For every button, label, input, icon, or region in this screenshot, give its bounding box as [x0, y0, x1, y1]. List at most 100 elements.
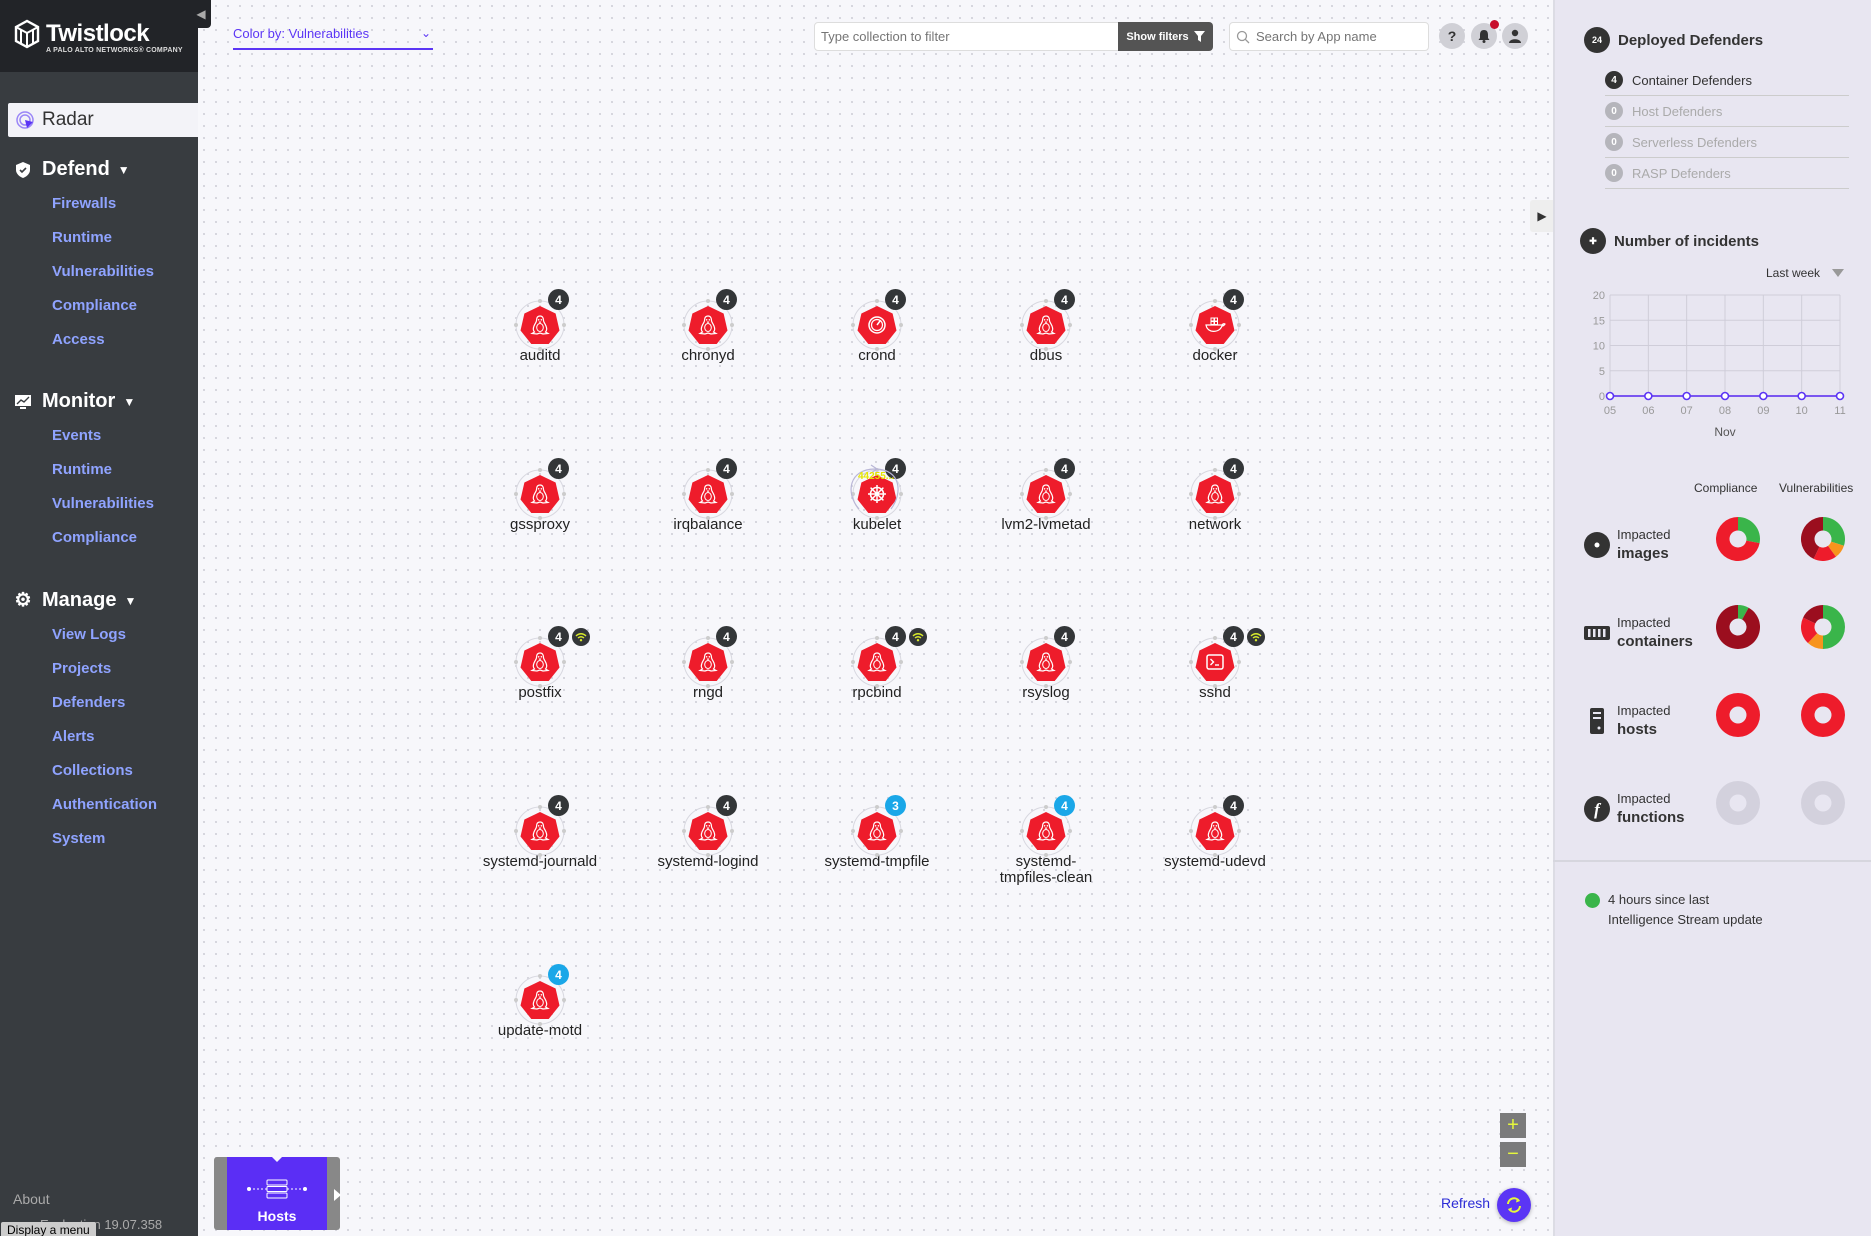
radar-node-systemd-tmpfiles-clean[interactable]: 4 systemd-tmpfiles-clean [976, 795, 1116, 886]
radar-node-rngd[interactable]: 4 rngd [638, 626, 778, 701]
sidebar-item-manage-system[interactable]: System [52, 830, 105, 847]
node-shape[interactable]: 4 [514, 289, 569, 351]
node-shape[interactable]: 4 [514, 458, 569, 520]
sidebar-section-monitor[interactable]: Monitor ▼ [14, 390, 135, 413]
user-menu-button[interactable] [1502, 23, 1528, 49]
node-shape[interactable]: 4 [682, 289, 737, 351]
app-search-input[interactable] [1256, 29, 1416, 44]
about-link[interactable]: About [13, 1191, 50, 1207]
radar-canvas[interactable] [198, 0, 1553, 1236]
donut-impacted-functions-vulnerabilities[interactable] [1801, 781, 1845, 825]
node-shape[interactable]: 4 [1020, 458, 1075, 520]
sidebar-item-manage-authentication[interactable]: Authentication [52, 796, 157, 813]
sidebar-item-manage-defenders[interactable]: Defenders [52, 694, 125, 711]
sidebar-item-manage-projects[interactable]: Projects [52, 660, 111, 677]
impacted-hosts-row[interactable]: Impacted hosts [1583, 703, 1670, 738]
collapse-sidebar-button[interactable]: ◀ [191, 0, 211, 28]
radar-node-systemd-logind[interactable]: 4 systemd-logind [638, 795, 778, 870]
sidebar-item-monitor-events[interactable]: Events [52, 427, 101, 444]
brand[interactable]: Twistlock A PALO ALTO NETWORKS® COMPANY [0, 0, 198, 72]
color-by-select[interactable]: Color by: Vulnerabilities ⌄ [233, 26, 433, 50]
sidebar-item-defend-vulnerabilities[interactable]: Vulnerabilities [52, 263, 154, 280]
collection-filter-input[interactable] [814, 22, 1120, 51]
node-shape[interactable]: 3 [851, 795, 906, 857]
sidebar-item-manage-view-logs[interactable]: View Logs [52, 626, 126, 643]
radar-node-rpcbind[interactable]: 4 rpcbind [807, 626, 947, 701]
node-shape[interactable]: 4 [1189, 289, 1244, 351]
defender-row[interactable]: 0 Host Defenders [1605, 96, 1849, 127]
defender-row[interactable]: 0 Serverless Defenders [1605, 127, 1849, 158]
node-shape[interactable]: 4 [851, 626, 927, 688]
radar-node-dbus[interactable]: 4 dbus [976, 289, 1116, 364]
sidebar-section-defend[interactable]: Defend ▼ [14, 158, 130, 181]
sidebar-item-monitor-runtime[interactable]: Runtime [52, 461, 112, 478]
radar-node-docker[interactable]: 4 docker [1145, 289, 1285, 364]
radar-node-gssproxy[interactable]: 4 gssproxy [470, 458, 610, 533]
radar-node-postfix[interactable]: 4 postfix [470, 626, 610, 701]
sidebar-item-defend-access[interactable]: Access [52, 331, 105, 348]
sidebar-item-radar[interactable]: Radar [8, 103, 198, 137]
refresh-label[interactable]: Refresh [1441, 1195, 1490, 1211]
impacted-containers-row[interactable]: Impacted containers [1583, 615, 1693, 650]
radar-node-lvm2-lvmetad[interactable]: 4 lvm2-lvmetad [976, 458, 1116, 533]
donut-impacted-images-vulnerabilities[interactable] [1801, 517, 1845, 561]
node-shape[interactable]: 4 [1020, 289, 1075, 351]
sidebar-item-defend-compliance[interactable]: Compliance [52, 297, 137, 314]
donut-impacted-images-compliance[interactable] [1716, 517, 1760, 561]
node-shape[interactable]: 4 [1020, 626, 1075, 688]
sidebar-item-monitor-vulnerabilities[interactable]: Vulnerabilities [52, 495, 154, 512]
node-shape[interactable]: 4 [851, 289, 906, 351]
sidebar-section-manage[interactable]: ⚙ Manage ▼ [14, 589, 136, 612]
sidebar-item-manage-alerts[interactable]: Alerts [52, 728, 95, 745]
impacted-functions-row[interactable]: f Impacted functions [1583, 791, 1685, 826]
hosts-card-label: Hosts [257, 1208, 297, 1224]
radar-node-auditd[interactable]: 4 auditd [470, 289, 610, 364]
next-arrow-icon[interactable] [334, 1189, 341, 1201]
time-range-select[interactable]: Last week [1766, 266, 1845, 280]
radar-node-sshd[interactable]: 4 sshd [1145, 626, 1285, 701]
radar-node-crond[interactable]: 4 crond [807, 289, 947, 364]
help-button[interactable]: ? [1439, 23, 1465, 49]
hosts-view-card[interactable]: Hosts [214, 1156, 341, 1230]
donut-impacted-hosts-vulnerabilities[interactable] [1801, 693, 1845, 737]
impacted-images-row[interactable]: Impacted images [1583, 527, 1670, 562]
node-shape[interactable]: 4 [1020, 795, 1075, 857]
radar-node-systemd-journald[interactable]: 4 systemd-journald [470, 795, 610, 870]
node-shape[interactable]: 4 [682, 458, 737, 520]
donut-impacted-hosts-compliance[interactable] [1716, 693, 1760, 737]
radar-node-rsyslog[interactable]: 4 rsyslog [976, 626, 1116, 701]
hosts-card-active[interactable]: Hosts [227, 1157, 327, 1230]
zoom-in-button[interactable]: + [1500, 1113, 1526, 1138]
node-shape[interactable]: 4 [514, 626, 590, 688]
node-shape[interactable]: 4 [682, 626, 737, 688]
linux-icon [530, 484, 550, 504]
radar-node-chronyd[interactable]: 4 chronyd [638, 289, 778, 364]
node-shape[interactable]: 4 [514, 964, 569, 1026]
radar-node-network[interactable]: 4 network [1145, 458, 1285, 533]
sidebar-item-defend-firewalls[interactable]: Firewalls [52, 195, 116, 212]
sidebar-item-defend-runtime[interactable]: Runtime [52, 229, 112, 246]
node-shape[interactable]: 4 [514, 795, 569, 857]
donut-impacted-functions-compliance[interactable] [1716, 781, 1760, 825]
radar-node-irqbalance[interactable]: 4 irqbalance [638, 458, 778, 533]
radar-node-systemd-tmpfile[interactable]: 3 systemd-tmpfile [807, 795, 947, 870]
app-search-box[interactable] [1229, 22, 1429, 51]
panel-toggle-button[interactable]: ▶ [1530, 200, 1554, 232]
donut-impacted-containers-vulnerabilities[interactable] [1801, 605, 1845, 649]
notifications-button[interactable] [1471, 20, 1499, 49]
sidebar-item-manage-collections[interactable]: Collections [52, 762, 133, 779]
show-filters-button[interactable]: Show filters [1118, 22, 1213, 51]
defender-row[interactable]: 0 RASP Defenders [1605, 158, 1849, 189]
sidebar-item-monitor-compliance[interactable]: Compliance [52, 529, 137, 546]
node-shape[interactable]: 4 [1189, 458, 1244, 520]
radar-node-systemd-udevd[interactable]: 4 systemd-udevd [1145, 795, 1285, 870]
defender-row[interactable]: 4 Container Defenders [1605, 65, 1849, 96]
node-shape[interactable]: 4 [1189, 795, 1244, 857]
refresh-button[interactable] [1497, 1188, 1531, 1222]
node-shape[interactable]: 4 [1189, 626, 1265, 688]
donut-impacted-containers-compliance[interactable] [1716, 605, 1760, 649]
card-notch [271, 1156, 283, 1162]
zoom-out-button[interactable]: − [1500, 1142, 1526, 1167]
radar-node-update-motd[interactable]: 4 update-motd [470, 964, 610, 1039]
node-shape[interactable]: 4 [682, 795, 737, 857]
